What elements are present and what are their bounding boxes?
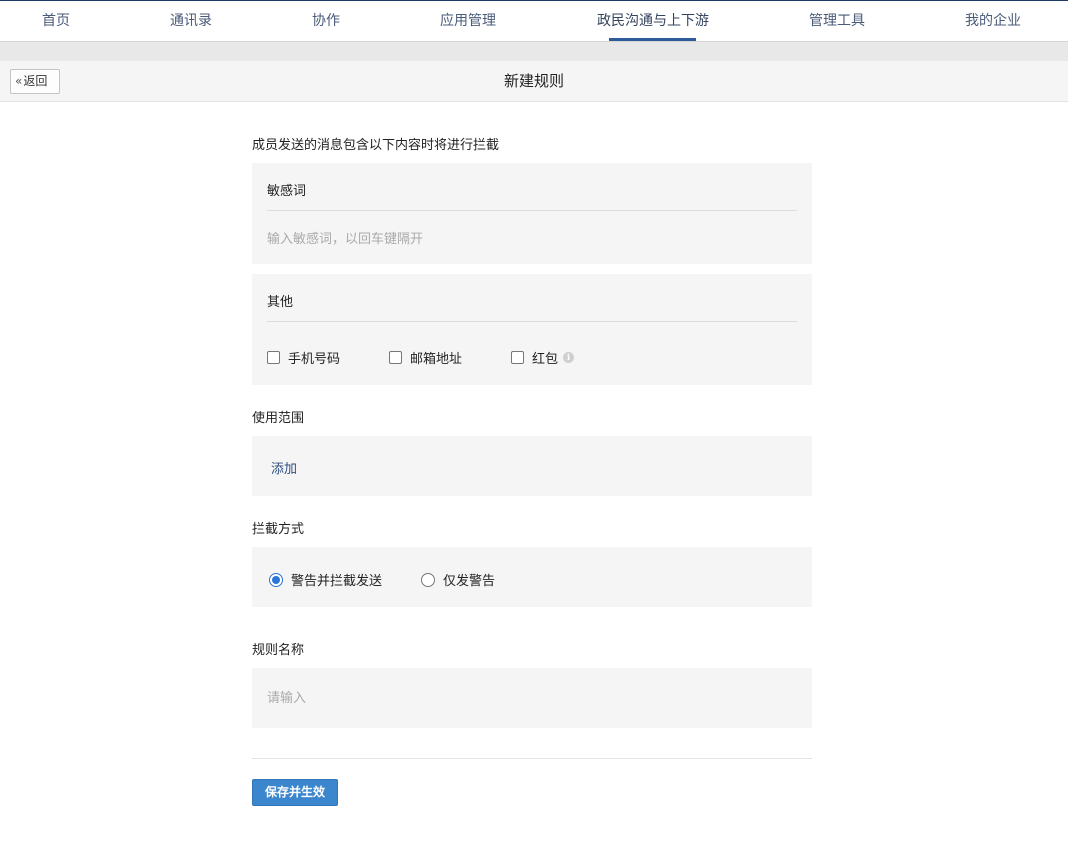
scope-panel: 添加 <box>252 436 812 496</box>
intercept-intro: 成员发送的消息包含以下内容时将进行拦截 <box>252 138 500 153</box>
phone-number-option[interactable]: 手机号码 <box>267 347 340 367</box>
nav-item-government-upstream[interactable]: 政民沟通与上下游 <box>597 1 709 42</box>
nav-item-contacts[interactable]: 通讯录 <box>170 1 212 42</box>
page-header: 新建规则 «返回 <box>0 61 1068 102</box>
warn-and-block-radio[interactable] <box>269 572 283 587</box>
nav-item-collaboration[interactable]: 协作 <box>312 1 340 42</box>
other-options-title: 其他 <box>267 295 294 310</box>
info-icon[interactable]: i <box>563 352 575 363</box>
red-packet-label: 红包 <box>532 352 559 367</box>
back-button[interactable]: «返回 <box>10 69 60 94</box>
double-chevron-left-icon: « <box>15 74 23 88</box>
divider <box>252 758 812 759</box>
scope-label: 使用范围 <box>252 411 305 426</box>
nav-item-my-enterprise[interactable]: 我的企业 <box>965 1 1021 42</box>
top-nav: 首页 通讯录 协作 应用管理 政民沟通与上下游 管理工具 我的企业 <box>0 0 1068 42</box>
intercept-method-panel: 警告并拦截发送 仅发警告 <box>252 547 812 607</box>
other-options-panel: 其他 手机号码 邮箱地址 红包 i <box>252 274 812 385</box>
rule-name-label: 规则名称 <box>252 643 305 658</box>
email-address-checkbox[interactable] <box>389 351 402 364</box>
red-packet-checkbox[interactable] <box>511 351 524 364</box>
warn-only-label: 仅发警告 <box>443 574 496 589</box>
rule-name-input[interactable] <box>267 688 787 708</box>
sensitive-words-title: 敏感词 <box>267 184 307 199</box>
warn-only-radio[interactable] <box>421 572 435 587</box>
sensitive-words-input[interactable] <box>267 229 787 249</box>
phone-number-label: 手机号码 <box>288 352 341 367</box>
email-address-label: 邮箱地址 <box>410 352 463 367</box>
warn-and-block-label: 警告并拦截发送 <box>291 574 383 589</box>
intercept-method-label: 拦截方式 <box>252 522 305 537</box>
rule-name-panel <box>252 668 812 728</box>
add-scope-link[interactable]: 添加 <box>271 458 297 477</box>
page-title: 新建规则 <box>503 72 564 90</box>
save-and-apply-button[interactable]: 保存并生效 <box>252 779 338 806</box>
nav-item-management-tools[interactable]: 管理工具 <box>809 1 865 42</box>
warn-only-option[interactable]: 仅发警告 <box>421 569 495 589</box>
red-packet-option[interactable]: 红包 i <box>511 347 575 367</box>
header-spacer <box>0 42 1068 61</box>
nav-item-home[interactable]: 首页 <box>42 1 70 42</box>
warn-and-block-option[interactable]: 警告并拦截发送 <box>269 569 382 589</box>
back-button-label: 返回 <box>23 74 48 88</box>
nav-item-app-management[interactable]: 应用管理 <box>440 1 496 42</box>
divider <box>267 321 797 322</box>
phone-number-checkbox[interactable] <box>267 351 280 364</box>
email-address-option[interactable]: 邮箱地址 <box>389 347 462 367</box>
sensitive-words-panel: 敏感词 <box>252 163 812 264</box>
active-tab-indicator <box>609 38 696 41</box>
divider <box>267 210 797 211</box>
